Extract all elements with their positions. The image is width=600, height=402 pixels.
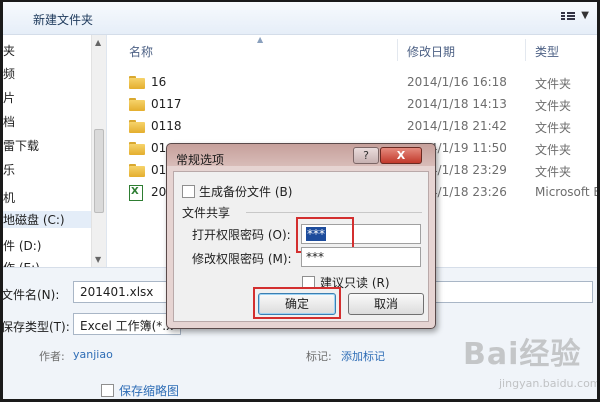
file-type: 文件夹 bbox=[535, 77, 572, 91]
file-type: Microsoft E bbox=[535, 185, 600, 199]
column-header-name[interactable]: 名称 bbox=[129, 43, 153, 60]
file-type: 文件夹 bbox=[535, 143, 572, 157]
general-options-dialog: 常规选项 ? X 生成备份文件 (B) 文件共享 打开权限密码 (O): ***… bbox=[166, 143, 436, 329]
group-separator bbox=[246, 212, 422, 213]
file-name: 20 bbox=[151, 185, 167, 199]
nav-item-videos[interactable]: 视频 bbox=[3, 65, 15, 82]
column-header-type[interactable]: 类型 bbox=[535, 43, 559, 60]
watermark-url: jingyan.baidu.com bbox=[499, 377, 600, 390]
file-sharing-group-label: 文件共享 bbox=[182, 206, 231, 220]
nav-scrollbar[interactable]: ▲ ▼ bbox=[91, 35, 106, 267]
dialog-body: 生成备份文件 (B) 文件共享 打开权限密码 (O): *** 修改权限密码 (… bbox=[173, 171, 429, 322]
file-name: 01 bbox=[151, 163, 167, 177]
nav-item-pictures[interactable]: 图片 bbox=[3, 89, 15, 106]
file-type: 文件夹 bbox=[535, 99, 572, 113]
navigation-pane: 收藏夹 视频 图片 文档 迅雷下载 音乐 计算机 本地磁盘 (C:) 软件 (D… bbox=[3, 35, 107, 267]
modify-password-label: 修改权限密码 (M): bbox=[192, 252, 292, 266]
filetype-select[interactable]: Excel 工作簿(*.x bbox=[73, 313, 181, 335]
view-list-icon[interactable] bbox=[561, 11, 576, 20]
sort-arrow-icon: ▲ bbox=[257, 35, 264, 44]
new-folder-button[interactable]: 新建文件夹 bbox=[33, 11, 93, 28]
filetype-label: 保存类型(T): bbox=[1, 320, 70, 334]
save-thumbnail-label[interactable]: 保存缩略图 bbox=[119, 382, 179, 399]
highlight-box-ok bbox=[253, 287, 341, 319]
file-date: 2014/1/18 21:42 bbox=[407, 119, 507, 133]
folder-icon bbox=[129, 76, 145, 89]
scroll-up-icon[interactable]: ▲ bbox=[95, 38, 101, 47]
backup-label[interactable]: 生成备份文件 (B) bbox=[199, 183, 292, 200]
watermark-text: Bai经验 bbox=[463, 337, 582, 372]
save-as-window: 新建文件夹 ▼ 收藏夹 视频 图片 文档 迅雷下载 音乐 计算机 本地磁盘 (C… bbox=[0, 0, 600, 402]
file-name: 01 bbox=[151, 141, 167, 155]
modify-password-input[interactable]: *** bbox=[301, 247, 421, 267]
nav-item-thunder-downloads[interactable]: 迅雷下载 bbox=[3, 137, 39, 154]
file-name: 0117 bbox=[151, 97, 182, 111]
author-value[interactable]: yanjiao bbox=[73, 348, 113, 361]
file-name: 0118 bbox=[151, 119, 182, 133]
help-button[interactable]: ? bbox=[353, 147, 379, 164]
file-row[interactable]: 0117 2014/1/18 14:13 文件夹 bbox=[107, 94, 597, 116]
baidu-jingyan-watermark: Bai经验 jingyan.baidu.com bbox=[453, 327, 600, 399]
nav-item-computer[interactable]: 计算机 bbox=[3, 189, 15, 206]
nav-item-drive-e[interactable]: 工作 (E:) bbox=[3, 259, 40, 267]
save-thumbnail-checkbox[interactable] bbox=[101, 384, 114, 397]
close-button[interactable]: X bbox=[380, 147, 422, 164]
nav-item-drive-c[interactable]: 本地磁盘 (C:) bbox=[3, 211, 91, 228]
open-password-label: 打开权限密码 (O): bbox=[192, 228, 291, 242]
nav-item-documents[interactable]: 文档 bbox=[3, 113, 15, 130]
folder-icon bbox=[129, 98, 145, 111]
folder-icon bbox=[129, 120, 145, 133]
column-divider[interactable] bbox=[397, 39, 398, 61]
tags-label: 标记: bbox=[306, 350, 332, 363]
file-type: 文件夹 bbox=[535, 165, 572, 179]
file-name: 16 bbox=[151, 75, 167, 89]
author-label: 作者: bbox=[39, 350, 65, 363]
file-date: 2014/1/18 14:13 bbox=[407, 97, 507, 111]
backup-checkbox[interactable] bbox=[182, 185, 195, 198]
nav-item-drive-d[interactable]: 软件 (D:) bbox=[3, 237, 41, 254]
dialog-title: 常规选项 bbox=[176, 153, 225, 167]
tags-value[interactable]: 添加标记 bbox=[341, 348, 385, 364]
modify-password-value: *** bbox=[306, 250, 324, 264]
scroll-down-icon[interactable]: ▼ bbox=[95, 255, 101, 264]
column-header-date[interactable]: 修改日期 bbox=[407, 43, 455, 60]
view-menu[interactable]: ▼ bbox=[561, 10, 589, 21]
nav-item-music[interactable]: 音乐 bbox=[3, 161, 15, 178]
cancel-button[interactable]: 取消 bbox=[348, 293, 424, 315]
toolbar: 新建文件夹 ▼ bbox=[3, 2, 597, 35]
chevron-down-icon[interactable]: ▼ bbox=[581, 10, 589, 21]
scroll-thumb[interactable] bbox=[94, 129, 104, 213]
file-date: 2014/1/16 16:18 bbox=[407, 75, 507, 89]
file-row[interactable]: 0118 2014/1/18 21:42 文件夹 bbox=[107, 116, 597, 138]
filename-label: 文件名(N): bbox=[1, 288, 60, 302]
folder-icon bbox=[129, 164, 145, 177]
column-divider[interactable] bbox=[525, 39, 526, 61]
nav-item-favorites[interactable]: 收藏夹 bbox=[3, 42, 15, 59]
folder-icon bbox=[129, 142, 145, 155]
file-type: 文件夹 bbox=[535, 121, 572, 135]
excel-file-icon bbox=[129, 185, 143, 201]
file-row[interactable]: 16 2014/1/16 16:18 文件夹 bbox=[107, 72, 597, 94]
